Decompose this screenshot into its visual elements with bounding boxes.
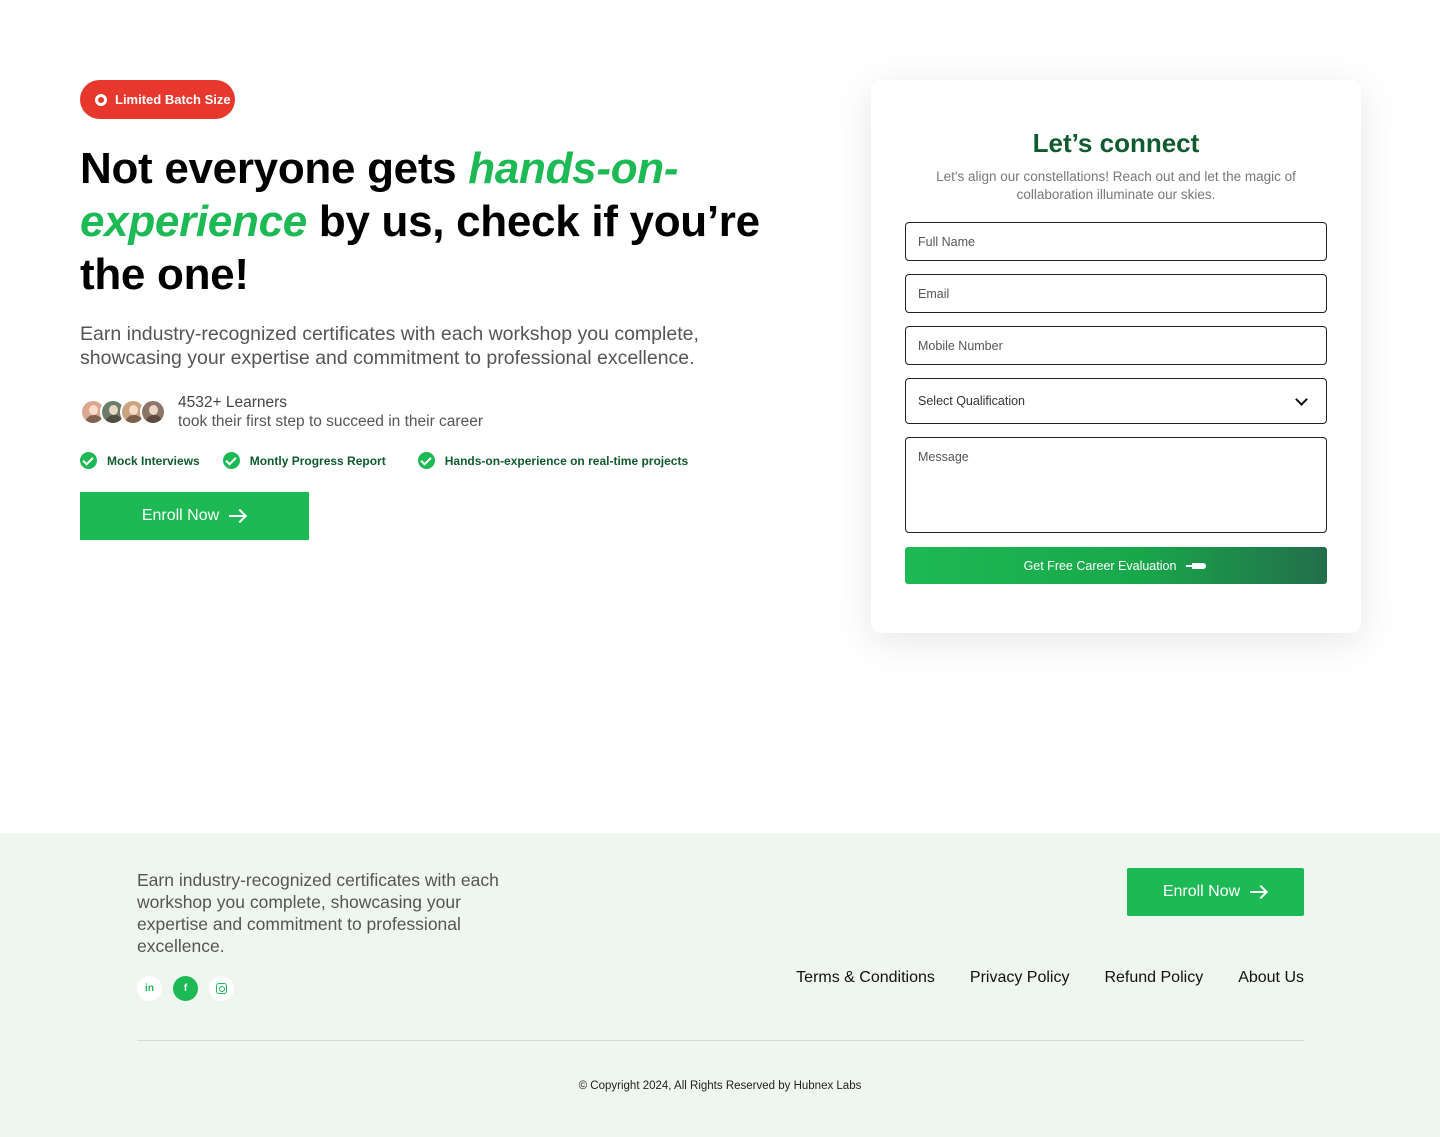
refund-link[interactable]: Refund Policy [1104, 969, 1203, 987]
learners-subtitle: took their first step to succeed in thei… [178, 413, 483, 430]
learners-text: 4532+ Learners took their first step to … [178, 393, 483, 431]
rocket-icon [1186, 561, 1208, 571]
feature-item: Hands-on-experience on real-time project… [417, 452, 689, 469]
footer-description: Earn industry-recognized certificates wi… [137, 870, 499, 956]
headline-part1: Not everyone gets [80, 144, 469, 193]
avatar-group [80, 399, 166, 425]
footer-divider [137, 1040, 1304, 1041]
feature-item: Mock Interviews [80, 452, 200, 469]
instagram-glyph [216, 983, 227, 994]
check-icon [80, 452, 97, 469]
qualification-selected: Select Qualification [918, 394, 1026, 408]
enroll-label: Enroll Now [141, 507, 220, 524]
limited-batch-badge: Limited Batch Size [80, 80, 235, 119]
footer-nav: Terms & Conditions Privacy Policy Refund… [796, 969, 1304, 987]
check-icon [417, 452, 435, 469]
learners-summary: 4532+ Learners took their first step to … [80, 393, 483, 431]
badge-label: Limited Batch Size [115, 92, 231, 107]
hero-headline: Not everyone gets hands-on-experience by… [80, 142, 800, 301]
about-link[interactable]: About Us [1238, 969, 1304, 987]
arrow-right-icon [1250, 885, 1268, 899]
career-evaluation-label: Get Free Career Evaluation [1023, 558, 1177, 573]
privacy-link[interactable]: Privacy Policy [970, 969, 1070, 987]
feature-list: Mock Interviews Montly Progress Report H… [80, 452, 688, 469]
copyright: © Copyright 2024, All Rights Reserved by… [578, 1080, 862, 1092]
learners-count: 4532+ Learners [178, 394, 288, 411]
hero-lead: Earn industry-recognized certificates wi… [80, 323, 699, 369]
terms-link[interactable]: Terms & Conditions [796, 969, 935, 987]
chevron-down-icon [1295, 392, 1308, 406]
feature-label: Mock Interviews [107, 453, 200, 468]
check-icon [222, 452, 240, 469]
full-name-field[interactable] [905, 222, 1327, 261]
form-title: Let’s connect [1032, 128, 1200, 158]
footer: Earn industry-recognized certificates wi… [0, 833, 1440, 1137]
arrow-right-icon [229, 509, 247, 523]
contact-form-card: Let’s connect Let's align our constellat… [871, 80, 1361, 633]
feature-label: Hands-on-experience on real-time project… [444, 453, 689, 468]
career-evaluation-button[interactable]: Get Free Career Evaluation [905, 547, 1327, 584]
feature-item: Montly Progress Report [222, 452, 386, 469]
email-field[interactable] [905, 274, 1327, 313]
facebook-icon[interactable]: f [173, 976, 198, 1001]
qualification-select[interactable]: Select Qualification [905, 378, 1327, 424]
instagram-icon[interactable] [209, 976, 234, 1001]
message-field[interactable] [905, 437, 1327, 533]
linkedin-icon[interactable]: in [137, 976, 162, 1001]
footer-enroll-button[interactable]: Enroll Now [1127, 868, 1304, 916]
enroll-label: Enroll Now [1162, 883, 1241, 900]
social-links: in f [137, 976, 234, 1001]
feature-label: Montly Progress Report [249, 453, 386, 468]
mobile-number-field[interactable] [905, 326, 1327, 365]
badge-dot-icon [95, 93, 107, 106]
hero-enroll-button[interactable]: Enroll Now [80, 492, 309, 540]
avatar [140, 399, 166, 425]
form-subtitle: Let's align our constellations! Reach ou… [936, 169, 1296, 202]
